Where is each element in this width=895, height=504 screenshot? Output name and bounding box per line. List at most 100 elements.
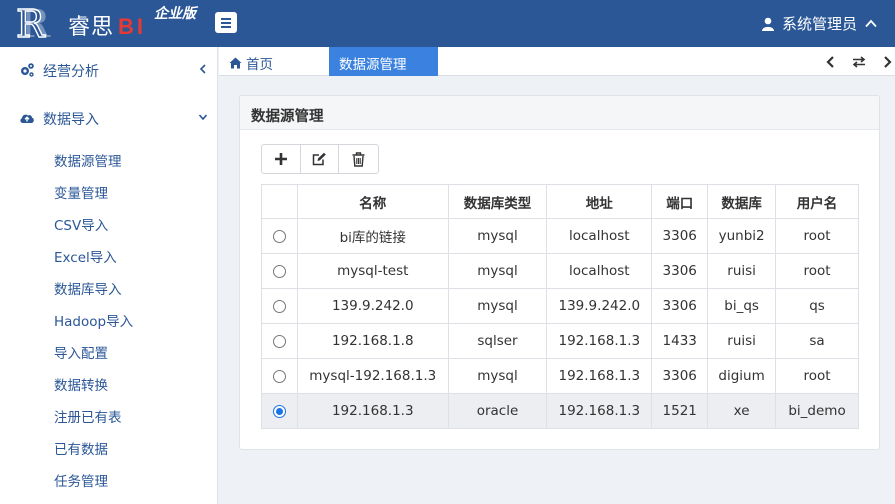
sidebar-item-register-table[interactable]: 注册已有表 [54,406,122,426]
table-row[interactable]: 192.168.1.8 sqlser 192.168.1.3 1433 ruis… [261,323,859,359]
sidebar: 经营分析 数据导入 数据源管理 变量管理 CSV导入 Excel导入 数据库导入… [0,47,218,504]
cell-database: ruisi [707,253,777,289]
datasource-panel: 数据源管理 名称 数据库类型 地址 端口 数据库 用户名 bi库的链接 mysq… [239,95,880,450]
sidebar-item-database-import[interactable]: 数据库导入 [54,278,122,298]
column-header-name[interactable]: 名称 [296,184,449,219]
sidebar-item-import-config[interactable]: 导入配置 [54,342,108,362]
cloud-upload-icon [20,114,34,123]
row-radio-checked[interactable] [272,404,286,418]
row-radio[interactable] [272,229,286,243]
user-icon [761,17,774,31]
cogs-icon [21,63,34,77]
column-header-port[interactable]: 端口 [651,184,709,219]
column-header-user[interactable]: 用户名 [775,184,859,219]
delete-button[interactable] [339,145,378,173]
cell-type: mysql [447,358,548,394]
cell-type: sqlser [447,323,548,359]
sidebar-item-variables[interactable]: 变量管理 [54,182,108,202]
cell-name: bi库的链接 [296,218,449,254]
row-select-cell[interactable] [261,358,298,394]
cell-database: digium [707,358,777,394]
cell-name: 192.168.1.8 [296,323,449,359]
hamburger-icon-line [221,25,231,28]
chevron-up-icon [865,19,877,28]
row-radio[interactable] [272,264,286,278]
brand-name: 睿思 [68,15,115,40]
table-header-row: 名称 数据库类型 地址 端口 数据库 用户名 [261,184,859,219]
cell-port: 3306 [651,288,709,324]
column-header-database[interactable]: 数据库 [707,184,777,219]
cell-user: qs [775,288,859,324]
row-radio[interactable] [272,334,286,348]
swap-icon[interactable] [851,54,867,70]
tab-datasource-management[interactable]: 数据源管理 [329,47,438,76]
row-select-cell[interactable] [261,288,298,324]
edit-button[interactable] [301,145,340,173]
edition-label: 企业版 [154,6,196,22]
tab-home[interactable]: 首页 [229,53,273,73]
column-header-address[interactable]: 地址 [546,184,653,219]
cell-name: mysql-192.168.1.3 [296,358,449,394]
table-row[interactable]: mysql-test mysql localhost 3306 ruisi ro… [261,253,859,289]
cell-user: bi_demo [775,393,859,429]
cell-type: mysql [447,288,548,324]
trash-icon [352,151,365,167]
sidebar-item-csv-import[interactable]: CSV导入 [54,214,108,234]
chevron-down-icon [198,114,208,121]
home-icon [229,57,242,69]
sidebar-group-label: 经营分析 [43,64,99,80]
logo-icon: R R [15,3,51,43]
table-row[interactable]: 139.9.242.0 mysql 139.9.242.0 3306 bi_qs… [261,288,859,324]
column-header-type[interactable]: 数据库类型 [447,184,548,219]
row-select-cell[interactable] [261,323,298,359]
hamburger-icon-line [221,21,231,24]
cell-type: mysql [447,218,548,254]
cell-user: sa [775,323,859,359]
chevron-left-icon [199,64,206,74]
brand-title: 睿思 BI [68,9,146,41]
row-radio[interactable] [272,299,286,313]
edit-icon [312,152,326,166]
row-select-cell[interactable] [261,218,298,254]
toolbar [261,144,379,174]
add-button[interactable] [262,145,301,173]
cell-database: yunbi2 [707,218,777,254]
cell-address: localhost [546,253,653,289]
sidebar-toggle-button[interactable] [215,12,237,33]
table-row-selected[interactable]: 192.168.1.3 oracle 192.168.1.3 1521 xe b… [261,393,859,429]
top-header: R R 睿思 BI 企业版 系统管理员 [0,0,895,47]
tab-scroll-right-icon[interactable] [879,54,895,70]
cell-address: 192.168.1.3 [546,393,653,429]
cell-database: ruisi [707,323,777,359]
hamburger-icon [221,17,231,20]
row-radio[interactable] [272,369,286,383]
table-row[interactable]: mysql-192.168.1.3 mysql 192.168.1.3 3306… [261,358,859,394]
row-select-cell[interactable] [261,393,298,429]
cell-address: 192.168.1.3 [546,323,653,359]
sidebar-item-hadoop-import[interactable]: Hadoop导入 [54,310,133,330]
row-select-cell[interactable] [261,253,298,289]
sidebar-item-excel-import[interactable]: Excel导入 [54,246,117,266]
plus-icon [274,153,287,165]
sidebar-group-business-analysis[interactable]: 经营分析 [0,47,218,93]
cell-port: 1521 [651,393,709,429]
table-row[interactable]: bi库的链接 mysql localhost 3306 yunbi2 root [261,218,859,254]
sidebar-item-existing-data[interactable]: 已有数据 [54,438,108,458]
cell-port: 1433 [651,323,709,359]
svg-text:R: R [21,3,51,43]
sidebar-item-datasource[interactable]: 数据源管理 [54,150,122,170]
user-menu[interactable]: 系统管理员 [761,13,877,34]
cell-address: 192.168.1.3 [546,358,653,394]
sidebar-item-task-management[interactable]: 任务管理 [54,470,108,490]
cell-name: 139.9.242.0 [296,288,449,324]
sidebar-group-data-import[interactable]: 数据导入 [0,95,218,141]
panel-title: 数据源管理 [251,109,324,125]
cell-user: root [775,253,859,289]
cell-user: root [775,358,859,394]
sidebar-item-data-transform[interactable]: 数据转换 [54,374,108,394]
tab-scroll-left-icon[interactable] [823,54,839,70]
sidebar-group-label: 数据导入 [43,112,99,128]
cell-address: localhost [546,218,653,254]
cell-port: 3306 [651,218,709,254]
cell-port: 3306 [651,253,709,289]
